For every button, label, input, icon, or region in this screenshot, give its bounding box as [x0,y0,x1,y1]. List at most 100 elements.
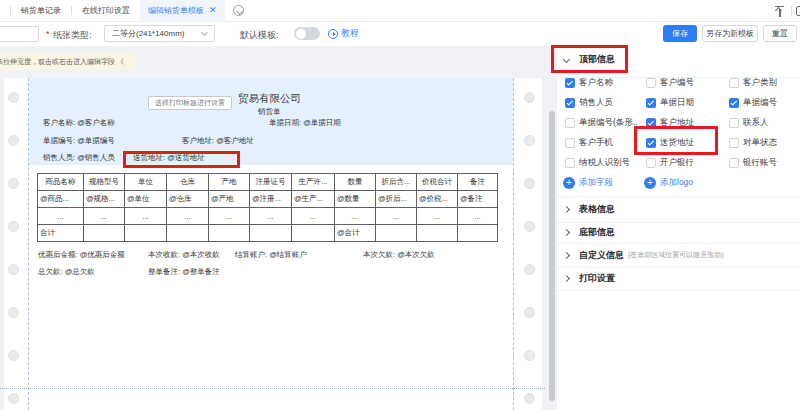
section-底部信息[interactable]: 底部信息 [557,222,800,243]
table-cell[interactable] [125,225,167,242]
table-cell[interactable]: ... [38,208,84,225]
add-link-logo[interactable]: +添加logo [644,176,693,190]
table-cell[interactable]: 折后含... [376,174,417,191]
doc-summary-field[interactable]: 本次欠款: @本次欠款 [363,250,435,260]
field-checkbox-对单状态[interactable]: 对单状态 [729,136,777,150]
table-cell[interactable] [250,225,292,242]
table-cell[interactable] [292,225,335,242]
close-tab-icon[interactable]: ✕ [209,6,217,15]
scroll-to-top-icon[interactable] [774,6,785,17]
doc-summary-field[interactable]: 本次收款: @本次收款 [148,250,220,260]
field-checkbox-单据日期[interactable]: 单据日期 [646,96,694,110]
table-cell[interactable]: 合计 [38,225,84,242]
section-打印设置[interactable]: 打印设置 [557,267,800,290]
table-cell[interactable]: @备注 [458,191,498,208]
company-name[interactable]: 贸易有限公司 [238,92,301,106]
table-cell[interactable]: ... [125,208,167,225]
tab-sales-records[interactable]: 销货单记录 [21,5,61,16]
default-template-toggle[interactable] [294,27,320,40]
checkbox-unchecked[interactable] [565,138,575,148]
checkbox-unchecked[interactable] [729,158,739,168]
table-cell[interactable]: @规格... [84,191,125,208]
field-checkbox-银行账号[interactable]: 银行账号 [729,156,777,170]
tabs-more-icon[interactable] [233,5,244,16]
items-table[interactable]: 商品名称规格型号单位仓库产地注册证号生产许...数量折后含...价税合计备注 @商… [37,173,498,242]
table-cell[interactable] [376,225,417,242]
doc-summary-field[interactable]: 优惠后金额: @优惠后金额 [38,250,125,260]
table-cell[interactable]: ... [417,208,458,225]
checkbox-checked[interactable] [565,98,575,108]
set-print-title-button[interactable]: 选择打印标题进行设置 [148,96,232,110]
table-cell[interactable]: ... [84,208,125,225]
table-cell[interactable]: 规格型号 [84,174,125,191]
checkbox-unchecked[interactable] [729,118,739,128]
doc-field-5[interactable]: 销售人员: @销售人员 [43,153,115,163]
table-cell[interactable] [84,225,125,242]
table-cell[interactable]: ... [209,208,250,225]
table-cell[interactable]: @折后... [376,191,417,208]
field-checkbox-纳税人识别号[interactable]: 纳税人识别号 [565,156,630,170]
field-checkbox-销售人员[interactable]: 销售人员 [565,96,613,110]
save-as-new-template-button[interactable]: 另存为新模板 [702,25,758,42]
window-icon[interactable] [796,6,800,16]
table-cell[interactable]: @价税... [417,191,458,208]
tutorial-link[interactable]: 教程 [328,27,359,40]
table-cell[interactable]: 商品名称 [38,174,84,191]
checkbox-checked[interactable] [729,98,739,108]
paper-type-select[interactable]: 二等分(241*140mm) [104,25,215,42]
field-checkbox-单据编号(条形..[interactable]: 单据编号(条形.. [565,116,638,130]
doc-summary-field[interactable]: 结算账户: @结算账户 [235,250,307,260]
print-template-paper[interactable]: 选择打印标题进行设置 贸易有限公司 销货单 客户名称: @客户名称 单据日期: @… [4,78,542,410]
table-cell[interactable]: @单位 [125,191,167,208]
table-cell[interactable]: ... [458,208,498,225]
table-cell[interactable]: ... [376,208,417,225]
template-name-input[interactable] [0,26,39,42]
table-cell[interactable]: @注册... [250,191,292,208]
reset-button[interactable]: 重置 [763,25,797,42]
table-cell[interactable]: @仓库 [167,191,209,208]
table-cell[interactable] [167,225,209,242]
vertical-scrollbar[interactable] [549,111,555,401]
field-checkbox-客户类别[interactable]: 客户类别 [729,76,777,90]
field-checkbox-开户银行[interactable]: 开户银行 [646,156,694,170]
field-checkbox-联系人[interactable]: 联系人 [729,116,769,130]
checkbox-unchecked[interactable] [565,158,575,168]
field-checkbox-客户名称[interactable]: 客户名称 [565,76,613,90]
table-cell[interactable]: @产地 [209,191,250,208]
checkbox-unchecked[interactable] [729,78,739,88]
field-checkbox-客户手机[interactable]: 客户手机 [565,136,613,150]
doc-field-1[interactable]: 客户名称: @客户名称 [43,118,115,128]
table-cell[interactable]: ... [167,208,209,225]
table-cell[interactable]: 生产许... [292,174,335,191]
checkbox-unchecked[interactable] [565,118,575,128]
table-cell[interactable]: @生产... [292,191,335,208]
table-cell[interactable] [458,225,498,242]
checkbox-checked[interactable] [646,98,656,108]
table-cell[interactable]: ... [250,208,292,225]
table-cell[interactable]: 仓库 [167,174,209,191]
table-cell[interactable] [417,225,458,242]
field-checkbox-单据编号[interactable]: 单据编号 [729,96,777,110]
table-cell[interactable]: 价税合计 [417,174,458,191]
table-cell[interactable]: @数量 [335,191,376,208]
table-cell[interactable]: ... [292,208,335,225]
doc-summary-field[interactable]: 整单备注: @整单备注 [148,267,220,277]
save-button[interactable]: 保存 [663,25,697,42]
table-cell[interactable] [209,225,250,242]
table-cell[interactable]: @合计 [335,225,376,242]
table-cell[interactable]: 备注 [458,174,498,191]
section-表格信息[interactable]: 表格信息 [557,196,800,222]
doc-field-3[interactable]: 单据编号: @单据编号 [43,136,115,146]
checkbox-checked[interactable] [565,78,575,88]
add-link-field[interactable]: +添加字段 [563,176,613,190]
checkbox-unchecked[interactable] [646,158,656,168]
table-cell[interactable]: ... [335,208,376,225]
form-title[interactable]: 销货单 [258,107,281,117]
table-cell[interactable]: 数量 [335,174,376,191]
table-cell[interactable]: 产地 [209,174,250,191]
table-cell[interactable]: 单位 [125,174,167,191]
table-cell[interactable]: 注册证号 [250,174,292,191]
section-自定义信息[interactable]: 自定义信息(在底部区域位置可以随意拖动) [557,243,800,267]
doc-field-2[interactable]: 单据日期: @单据日期 [269,118,341,128]
table-cell[interactable]: @商品... [38,191,84,208]
